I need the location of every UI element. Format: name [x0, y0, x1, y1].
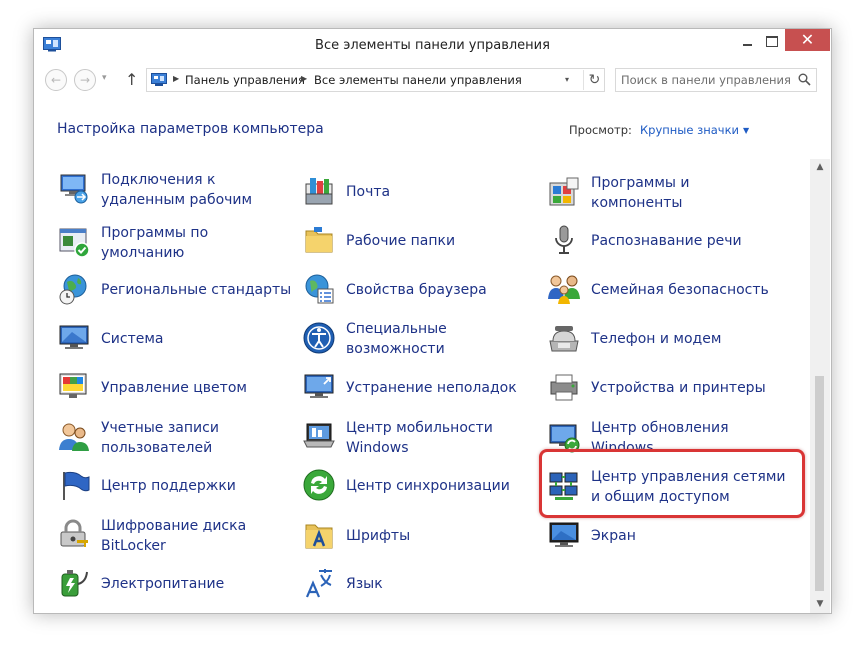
- scroll-thumb[interactable]: [815, 376, 824, 591]
- item-label: Программы по: [101, 225, 209, 241]
- search-box[interactable]: [615, 68, 817, 92]
- scroll-down-button[interactable]: ▼: [810, 596, 830, 613]
- item-label: Windows: [346, 440, 409, 456]
- highlight-box: [539, 449, 805, 518]
- item-label: Распознавание речи: [591, 233, 742, 249]
- up-button[interactable]: ↑: [125, 70, 138, 89]
- vertical-scrollbar[interactable]: ▲ ▼: [810, 159, 830, 613]
- item-label: Управление цветом: [101, 380, 247, 396]
- item-label: удаленным рабочим: [101, 192, 253, 208]
- item-label: Учетные записи: [101, 420, 219, 436]
- item-label: Рабочие папки: [346, 233, 456, 249]
- user-accounts-icon: [59, 423, 89, 451]
- family-safety-icon: [548, 275, 580, 304]
- troubleshooting-icon: [304, 374, 334, 398]
- region-icon: [59, 274, 87, 305]
- item-label: Система: [101, 331, 164, 347]
- refresh-button[interactable]: ↻: [583, 70, 605, 90]
- item-label: Устранение неполадок: [346, 380, 517, 396]
- item-label: Свойства браузера: [346, 282, 487, 298]
- recent-locations-button[interactable]: ▾: [102, 73, 107, 83]
- caret-down-icon: ▼: [743, 126, 750, 135]
- view-label: Просмотр:: [569, 123, 632, 137]
- close-button[interactable]: ✕: [785, 29, 830, 51]
- item-label: BitLocker: [101, 538, 166, 554]
- item-label: Экран: [591, 528, 636, 544]
- ease-of-access-icon: [303, 322, 335, 354]
- item-label: Устройства и принтеры: [591, 380, 766, 396]
- power-options-icon: [61, 570, 88, 597]
- color-management-icon: [59, 373, 87, 398]
- item-label: Центр синхронизации: [346, 478, 510, 494]
- display-icon: [549, 522, 579, 547]
- system-icon: [59, 325, 89, 349]
- scroll-up-button[interactable]: ▲: [810, 159, 830, 176]
- title-bar[interactable]: Все элементы панели управления ✕: [34, 29, 831, 61]
- item-label: пользователей: [101, 440, 213, 456]
- devices-printers-icon: [550, 374, 578, 401]
- item-label: Подключения к: [101, 172, 216, 188]
- remote-desktop-icon: [60, 174, 88, 204]
- item-label: компоненты: [591, 195, 683, 211]
- item-label: Почта: [346, 184, 391, 200]
- item-label: Телефон и модем: [591, 331, 722, 347]
- item-label: Региональные стандарты: [101, 282, 292, 298]
- address-bar[interactable]: ▶ Панель управления ▶ Все элементы панел…: [146, 68, 605, 92]
- item-label: Шифрование диска: [101, 518, 247, 534]
- item-label: Язык: [346, 576, 383, 592]
- item-label: Электропитание: [101, 576, 225, 592]
- mail-icon: [305, 178, 333, 205]
- minimize-button[interactable]: [735, 29, 759, 51]
- work-folders-icon: [305, 227, 333, 253]
- speech-recognition-icon: [555, 225, 573, 254]
- item-label: Программы и: [591, 175, 690, 191]
- mobility-center-icon: [303, 423, 335, 448]
- breadcrumb-separator-icon[interactable]: ▶: [173, 74, 179, 83]
- page-title: Настройка параметров компьютера: [57, 121, 324, 137]
- item-label: Центр мобильности: [346, 420, 493, 436]
- item-label: Центр обновления: [591, 420, 729, 436]
- control-panel-location-icon: [151, 73, 167, 86]
- language-icon: [305, 569, 332, 598]
- item-label: возможности: [346, 341, 445, 357]
- action-center-icon: [63, 471, 90, 500]
- view-mode-value: Крупные значки: [640, 123, 740, 137]
- address-dropdown-icon[interactable]: ▾: [565, 75, 569, 84]
- breadcrumb-all-items[interactable]: Все элементы панели управления: [314, 73, 522, 87]
- view-mode-dropdown[interactable]: Крупные значки ▼: [640, 123, 749, 137]
- internet-options-icon: [305, 274, 334, 304]
- item-label: умолчанию: [101, 245, 185, 261]
- default-programs-icon: [59, 228, 90, 258]
- item-label: Центр поддержки: [101, 478, 236, 494]
- sync-center-icon: [303, 469, 335, 501]
- breadcrumb-control-panel[interactable]: Панель управления: [185, 73, 305, 87]
- window-title: Все элементы панели управления: [315, 38, 550, 53]
- control-panel-window: Все элементы панели управления ✕ ← → ▾ ↑…: [33, 28, 832, 614]
- back-button[interactable]: ←: [45, 69, 67, 91]
- breadcrumb-separator-icon[interactable]: ▶: [301, 74, 307, 83]
- search-input[interactable]: [621, 72, 791, 88]
- item-label: Семейная безопасность: [591, 282, 769, 298]
- maximize-button[interactable]: [759, 29, 783, 51]
- forward-button[interactable]: →: [74, 69, 96, 91]
- item-label: Шрифты: [346, 528, 411, 544]
- programs-features-icon: [549, 177, 579, 206]
- phone-modem-icon: [549, 326, 579, 352]
- bitlocker-icon: [60, 519, 88, 547]
- fonts-icon: [305, 524, 333, 549]
- search-icon[interactable]: [798, 73, 811, 86]
- item-label: Специальные: [346, 321, 447, 337]
- navigation-bar: ← → ▾ ↑ ▶ Панель управления ▶ Все элемен…: [34, 65, 831, 95]
